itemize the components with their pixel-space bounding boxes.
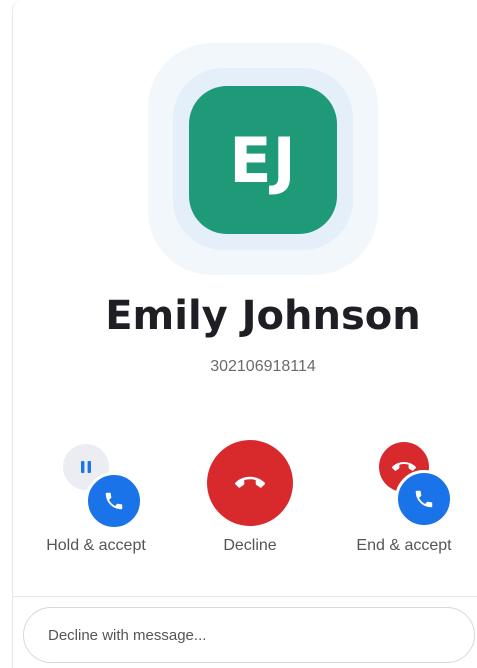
end-accept-action[interactable]: End & accept: [329, 440, 477, 565]
end-accept-button[interactable]: [329, 440, 477, 530]
incoming-call-panel: EJ Emily Johnson 302106918114 Hold & acc…: [12, 0, 477, 668]
hang-up-icon: [235, 468, 265, 498]
hold-accept-label: Hold & accept: [46, 537, 146, 554]
decline-message-input[interactable]: [23, 607, 475, 663]
caller-name: Emily Johnson: [105, 293, 421, 339]
phone-icon: [395, 470, 453, 528]
hold-accept-button[interactable]: [21, 440, 171, 530]
caller-number: 302106918114: [210, 358, 316, 375]
hold-accept-action[interactable]: Hold & accept: [21, 440, 171, 565]
decline-action[interactable]: Decline: [175, 440, 325, 565]
decline-button[interactable]: [207, 440, 293, 526]
avatar-initials: EJ: [229, 123, 297, 197]
divider: [13, 596, 477, 597]
decline-label: Decline: [223, 537, 277, 554]
avatar: EJ: [189, 86, 337, 234]
phone-icon: [85, 472, 143, 530]
end-accept-label: End & accept: [356, 537, 452, 554]
